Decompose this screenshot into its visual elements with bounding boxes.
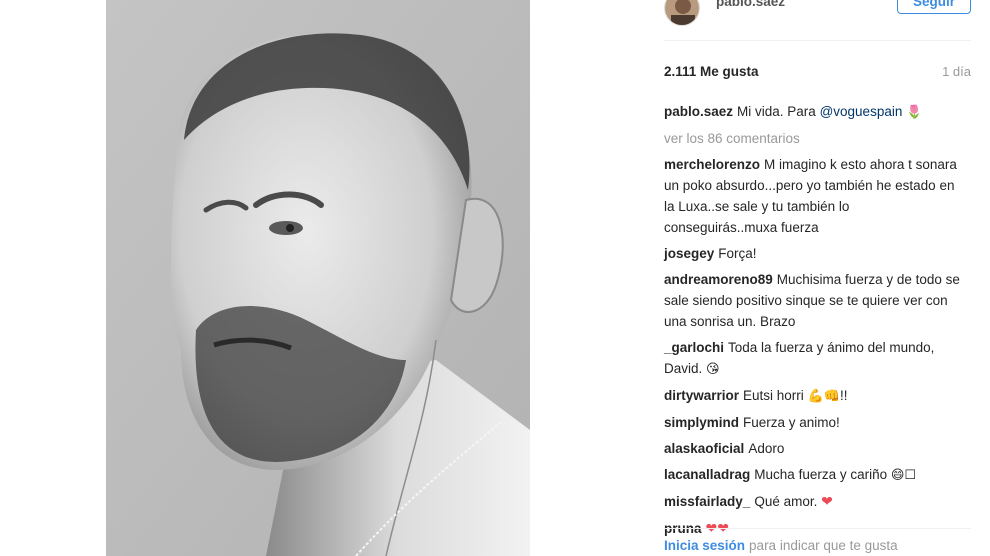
divider (664, 40, 971, 41)
comment-username[interactable]: merchelorenzo (664, 157, 760, 172)
list-item: dirtywarrior Eutsi horri 💪👊!! (664, 385, 964, 407)
heart-icon: ❤ (821, 494, 833, 510)
view-all-comments-link[interactable]: ver los 86 comentarios (664, 128, 964, 149)
smile-emoji: 😄☐ (890, 468, 917, 483)
caption-mention[interactable]: @voguespain (820, 104, 903, 119)
list-item: pruna ❤❤ (664, 518, 964, 540)
comments-list: pablo.saez Mi vida. Para @voguespain 🌷 ve… (664, 101, 964, 545)
caption: pablo.saez Mi vida. Para @voguespain 🌷 (664, 101, 964, 123)
comment-username[interactable]: lacanalladrag (664, 467, 750, 482)
kiss-emoji: 😘 (706, 362, 720, 377)
comment-text: Qué amor. (754, 494, 818, 509)
divider (664, 528, 971, 529)
comment-username[interactable]: alaskaoficial (664, 441, 744, 456)
caption-text: Mi vida. Para (737, 104, 816, 119)
portrait-image (106, 0, 530, 556)
list-item: merchelorenzo M imagino k esto ahora t so… (664, 154, 964, 238)
tulip-emoji: 🌷 (906, 105, 923, 120)
comment-text: Fuerza y animo! (743, 415, 840, 430)
comment-suffix: !! (839, 388, 848, 403)
list-item: alaskaoficial Adoro (664, 438, 964, 459)
avatar[interactable] (664, 0, 700, 26)
list-item: _garlochi Toda la fuerza y ánimo del mund… (664, 337, 964, 380)
list-item: josegey Força! (664, 243, 964, 264)
comment-text: Mucha fuerza y cariño (754, 467, 888, 482)
post-age: 1 día (942, 64, 971, 79)
follow-button[interactable]: Seguir (897, 0, 971, 14)
login-link[interactable]: Inicia sesión (664, 538, 745, 553)
likes-row: 2.111 Me gusta 1 día (664, 62, 971, 82)
list-item: lacanalladrag Mucha fuerza y cariño 😄☐ (664, 464, 964, 486)
post-photo[interactable] (106, 0, 530, 556)
comment-username[interactable]: simplymind (664, 415, 739, 430)
comment-username[interactable]: josegey (664, 246, 714, 261)
comment-username[interactable]: _garlochi (664, 340, 724, 355)
list-item: andreamoreno89 Muchisima fuerza y de todo… (664, 269, 964, 332)
likes-count[interactable]: 2.111 Me gusta (664, 64, 759, 79)
heart-icon: ❤❤ (705, 521, 729, 537)
muscle-fist-emoji: 💪👊 (807, 389, 840, 404)
comment-username[interactable]: dirtywarrior (664, 388, 739, 403)
login-prompt-text: para indicar que te gusta (749, 538, 898, 553)
comment-username[interactable]: andreamoreno89 (664, 272, 773, 287)
login-prompt: Inicia sesión para indicar que te gusta (664, 538, 971, 556)
caption-username[interactable]: pablo.saez (664, 104, 733, 119)
comment-text: Eutsi horri (743, 388, 804, 403)
list-item: missfairlady_ Qué amor. ❤ (664, 491, 964, 513)
post-header: pablo.saez Seguir (664, 0, 971, 26)
comment-username[interactable]: missfairlady_ (664, 494, 750, 509)
comment-text: Adoro (748, 441, 785, 456)
header-username[interactable]: pablo.saez (716, 0, 785, 9)
list-item: simplymind Fuerza y animo! (664, 412, 964, 433)
post-side-panel: pablo.saez Seguir 2.111 Me gusta 1 día p… (640, 0, 975, 556)
comment-text: Força! (718, 246, 757, 261)
